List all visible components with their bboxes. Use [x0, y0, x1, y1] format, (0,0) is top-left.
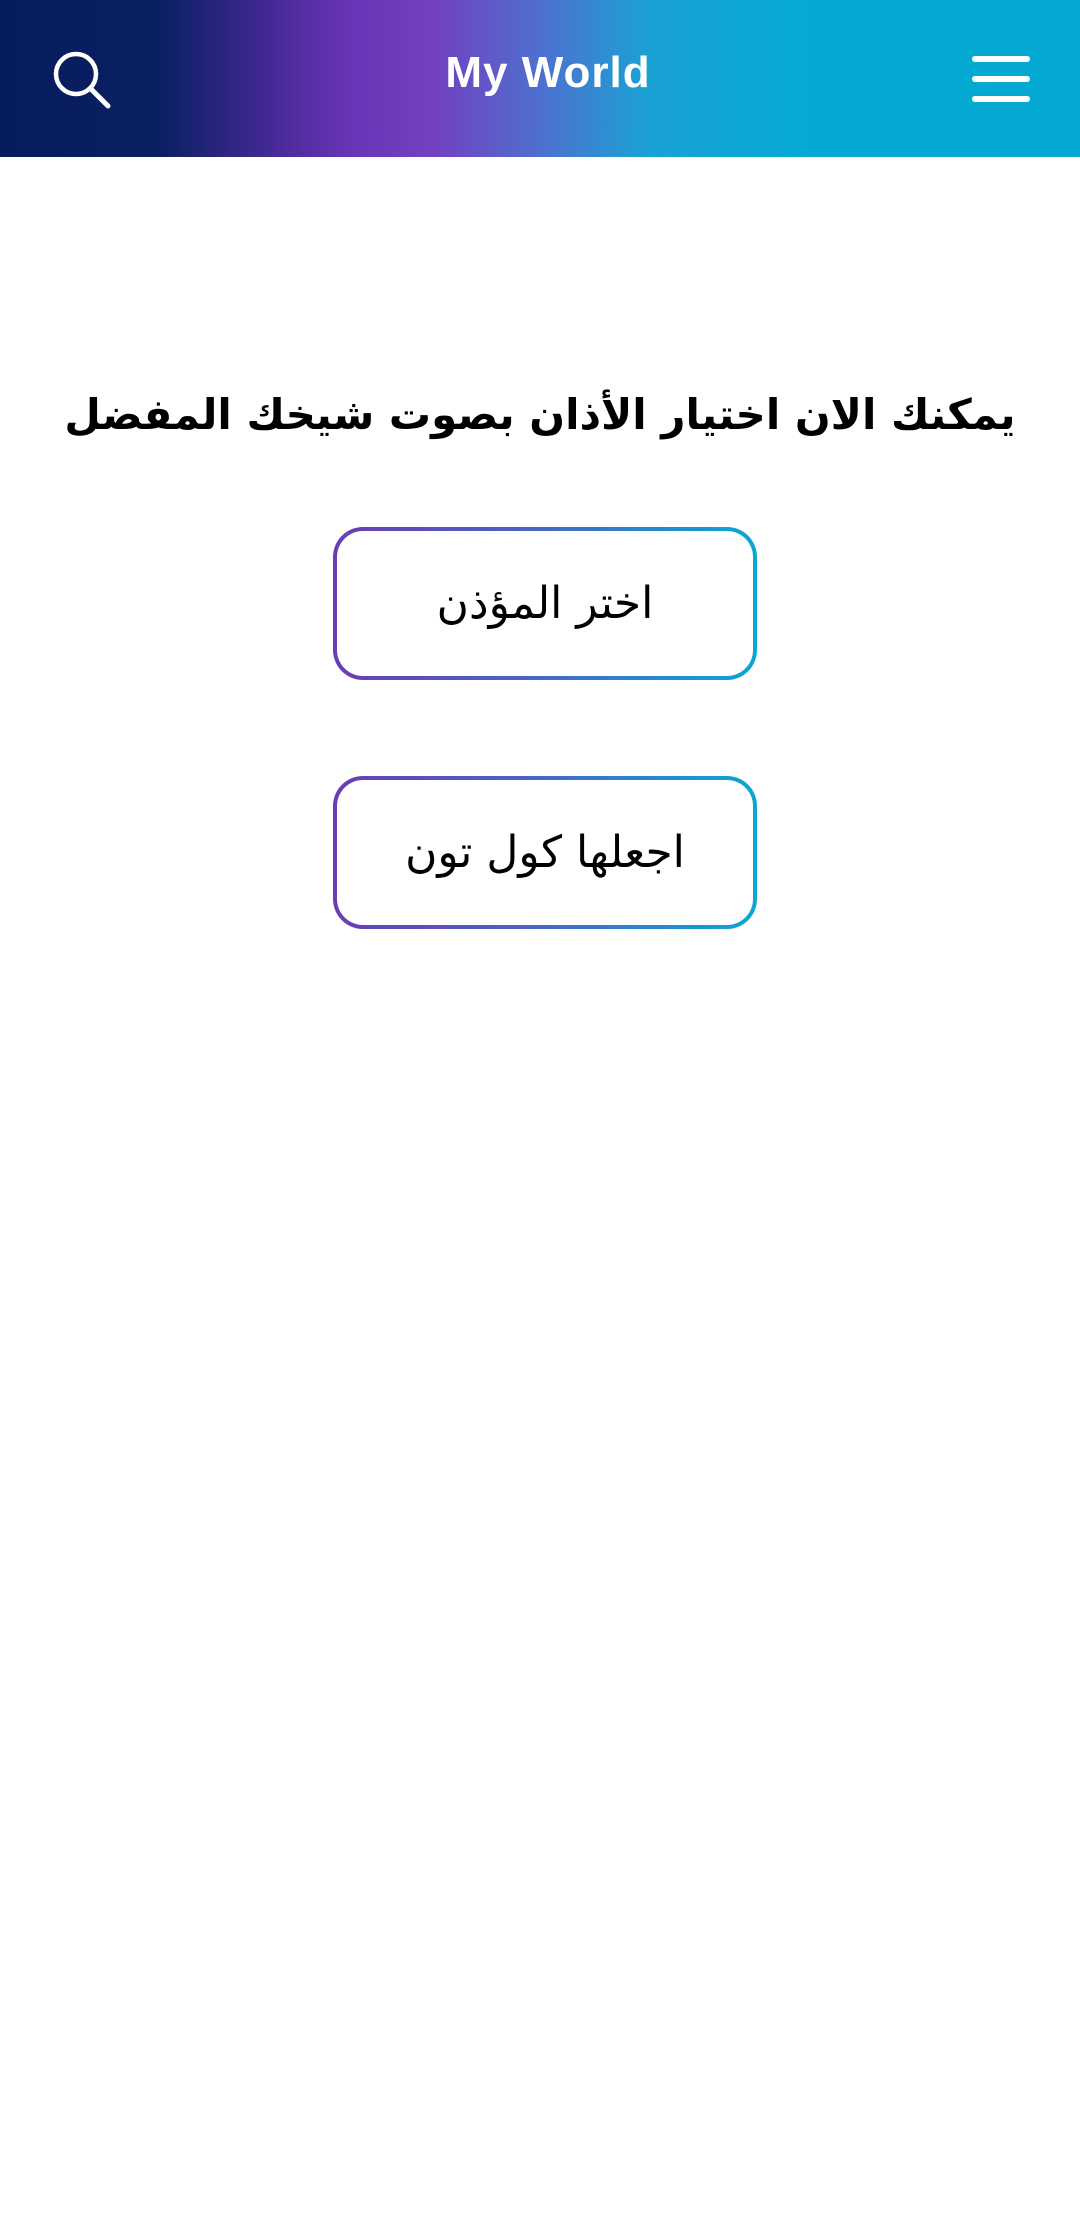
- app-header: My World: [0, 0, 1080, 157]
- make-calltone-button[interactable]: اجعلها كول تون: [333, 776, 757, 929]
- make-calltone-label: اجعلها كول تون: [337, 780, 753, 925]
- choose-muezzin-label: اختر المؤذن: [337, 531, 753, 676]
- hamburger-menu-icon: [972, 56, 1030, 102]
- app-screen: My World يمكنك الان اختيار الأذان بصوت ش…: [0, 0, 1080, 2237]
- choose-muezzin-button[interactable]: اختر المؤذن: [333, 527, 757, 680]
- page-headline: يمكنك الان اختيار الأذان بصوت شيخك المفض…: [64, 390, 1016, 439]
- menu-button[interactable]: [970, 54, 1032, 104]
- app-title: My World: [445, 48, 651, 97]
